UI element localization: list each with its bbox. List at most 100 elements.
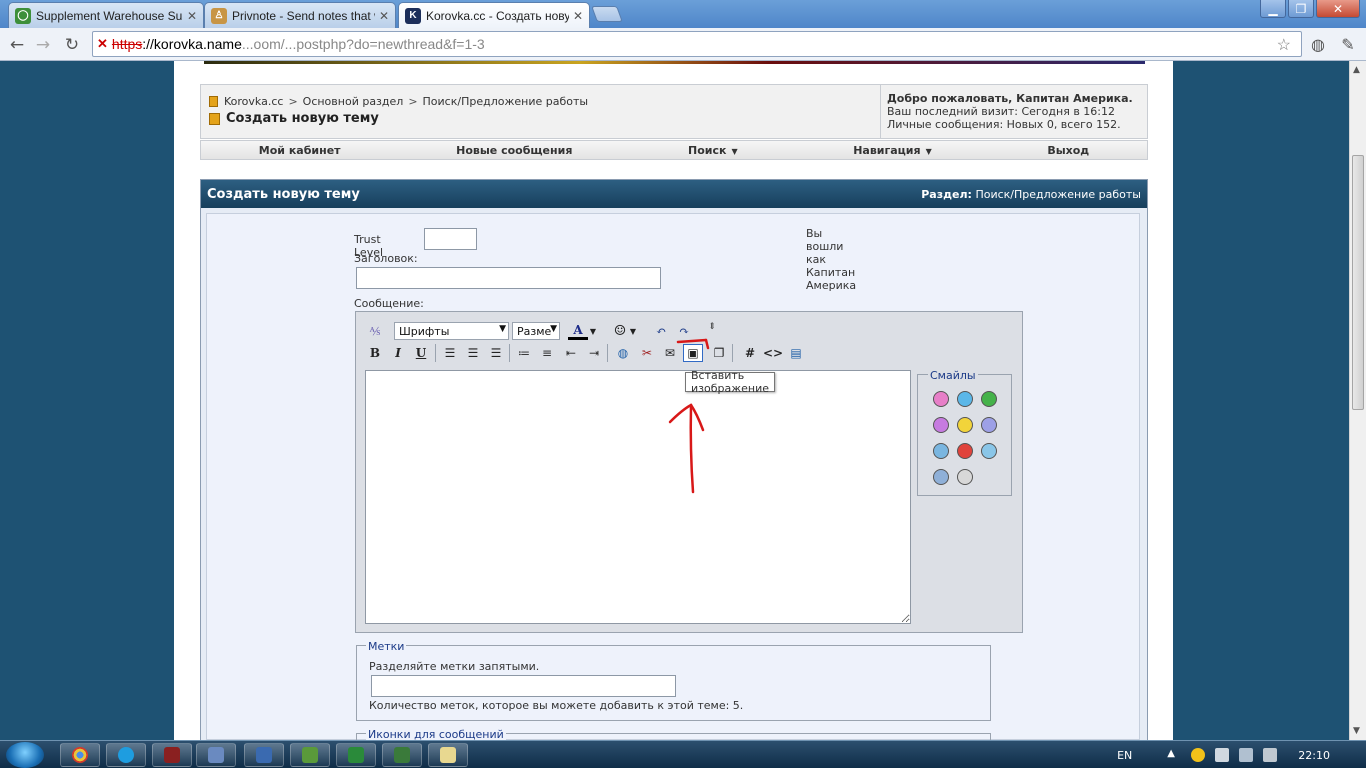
nav-my-cabinet[interactable]: Мой кабинет (259, 144, 341, 157)
tray-volume-icon[interactable] (1263, 748, 1278, 762)
tab-privnote[interactable]: ♙ Privnote - Send notes that w ✕ (204, 2, 396, 28)
chevron-down-icon[interactable]: ▼ (628, 322, 638, 340)
tab-korovka[interactable]: K Korovka.cc - Создать новую ✕ (398, 2, 590, 28)
align-left-icon[interactable]: ☰ (440, 344, 460, 362)
tray-device-icon[interactable] (1215, 748, 1230, 762)
tab-supplement-warehouse[interactable]: ◯ Supplement Warehouse Sup ✕ (8, 2, 204, 28)
breadcrumb-jobs[interactable]: Поиск/Предложение работы (423, 95, 589, 108)
scroll-up-icon[interactable]: ▲ (1353, 65, 1360, 75)
browser-toolbar: ← → ↻ ✕ https ://korovka.name ...oom/...… (0, 28, 1366, 61)
font-select[interactable]: Шрифты ▼ (394, 322, 509, 340)
taskbar-excel[interactable] (336, 743, 376, 767)
smiley-icon[interactable] (957, 443, 973, 459)
close-icon[interactable]: ✕ (187, 9, 197, 23)
insert-image-icon[interactable]: ▣ (683, 344, 703, 362)
taskbar-app-4[interactable] (196, 743, 236, 767)
smiley-icon[interactable] (957, 417, 973, 433)
wrench-icon[interactable]: ✎ (1338, 34, 1358, 54)
minimize-button[interactable]: ▁ (1260, 0, 1286, 18)
text-color-icon[interactable]: A (568, 322, 588, 340)
breadcrumb-main-section[interactable]: Основной раздел (303, 95, 404, 108)
taskbar-app-3[interactable] (152, 743, 192, 767)
nav-label: Выход (1047, 143, 1090, 157)
undo-icon[interactable]: ↶ (651, 322, 671, 340)
smiley-icon[interactable] (981, 417, 997, 433)
smiley-icon[interactable] (933, 391, 949, 407)
tray-star-icon[interactable] (1191, 748, 1206, 762)
taskbar-skype[interactable] (106, 743, 146, 767)
clock[interactable]: 22:10 (1298, 749, 1330, 762)
smiley-icon[interactable] (933, 469, 949, 485)
taskbar-app-5[interactable] (244, 743, 284, 767)
breadcrumb-home[interactable]: Korovka.cc (224, 95, 283, 108)
back-icon[interactable]: ← (6, 34, 28, 56)
extension-globe-icon[interactable]: ◍ (1308, 34, 1328, 54)
close-icon[interactable]: ✕ (379, 9, 389, 23)
trust-level-input[interactable] (424, 228, 477, 250)
windows-taskbar: EN ▲ 22:10 (0, 740, 1366, 768)
smiley-icon[interactable] (933, 443, 949, 459)
wrap-html-icon[interactable]: <> (763, 344, 783, 362)
insecure-lock-icon[interactable]: ✕ (97, 36, 108, 52)
smiley-icon[interactable] (933, 417, 949, 433)
message-textarea[interactable] (365, 370, 911, 624)
remove-format-icon[interactable]: ⅍ (365, 322, 385, 340)
unordered-list-icon[interactable]: ≡ (537, 344, 557, 362)
outdent-icon[interactable]: ⇤ (561, 344, 581, 362)
resize-toggle-icon[interactable]: ⇕ (702, 318, 722, 336)
tab-title: Supplement Warehouse Sup (36, 8, 183, 23)
close-icon[interactable]: ✕ (573, 9, 583, 23)
tags-limit: Количество меток, которое вы можете доба… (369, 699, 744, 712)
address-bar[interactable]: ✕ https ://korovka.name ...oom/...postph… (92, 31, 1302, 57)
wrap-php-icon[interactable]: ▤ (786, 344, 806, 362)
indent-icon[interactable]: ⇥ (584, 344, 604, 362)
private-messages[interactable]: Личные сообщения: Новых 0, всего 152. (887, 118, 1147, 131)
system-tray: EN ▲ 22:10 (1117, 741, 1366, 768)
smiley-icon[interactable] (981, 443, 997, 459)
section-link[interactable]: Поиск/Предложение работы (975, 188, 1141, 201)
insert-link-icon[interactable]: ◍ (613, 344, 633, 362)
toolbar-separator (607, 344, 608, 362)
smiley-icon[interactable] (957, 469, 973, 485)
tags-input[interactable] (371, 675, 676, 697)
italic-icon[interactable]: I (388, 344, 408, 362)
reload-icon[interactable]: ↻ (61, 34, 83, 56)
language-indicator[interactable]: EN (1117, 749, 1132, 762)
remove-link-icon[interactable]: ✂ (637, 344, 657, 362)
start-button[interactable] (6, 742, 44, 768)
taskbar-app-6[interactable] (290, 743, 330, 767)
scroll-down-icon[interactable]: ▼ (1353, 726, 1360, 736)
nav-new-posts[interactable]: Новые сообщения (456, 144, 572, 157)
bookmark-star-icon[interactable]: ☆ (1277, 35, 1291, 55)
align-center-icon[interactable]: ☰ (463, 344, 483, 362)
taskbar-app-8[interactable] (382, 743, 422, 767)
restore-button[interactable]: ❐ (1288, 0, 1314, 18)
wrap-code-hash-icon[interactable]: # (740, 344, 760, 362)
new-tab-button[interactable] (591, 6, 623, 22)
smiley-icon[interactable] (957, 391, 973, 407)
forward-icon[interactable]: → (32, 34, 54, 56)
tray-network-icon[interactable] (1239, 748, 1254, 762)
title-input[interactable] (356, 267, 661, 289)
nav-navigation[interactable]: Навигация ▼ (853, 144, 932, 157)
ordered-list-icon[interactable]: ≔ (514, 344, 534, 362)
chevron-down-icon[interactable]: ▼ (588, 322, 598, 340)
taskbar-chrome[interactable] (60, 743, 100, 767)
smiley-icon[interactable]: ☺ (610, 322, 630, 340)
bold-icon[interactable]: B (365, 344, 385, 362)
taskbar-notepad[interactable] (428, 743, 468, 767)
scrollbar-thumb[interactable] (1352, 155, 1364, 410)
nav-logout[interactable]: Выход (1047, 144, 1089, 157)
insert-quote-icon[interactable]: ❐ (709, 344, 729, 362)
redo-icon[interactable]: ↷ (674, 322, 694, 340)
smiley-icon[interactable] (981, 391, 997, 407)
underline-icon[interactable]: U (411, 344, 431, 362)
page-scrollbar[interactable]: ▲ ▼ (1349, 61, 1366, 740)
close-window-button[interactable]: ✕ (1316, 0, 1360, 18)
size-select[interactable]: Разме ▼ (512, 322, 560, 340)
last-visit: Ваш последний визит: Сегодня в 16:12 (887, 105, 1115, 118)
tray-expand-icon[interactable]: ▲ (1167, 748, 1181, 762)
insert-email-icon[interactable]: ✉ (660, 344, 680, 362)
nav-search[interactable]: Поиск ▼ (688, 144, 738, 157)
align-right-icon[interactable]: ☰ (486, 344, 506, 362)
